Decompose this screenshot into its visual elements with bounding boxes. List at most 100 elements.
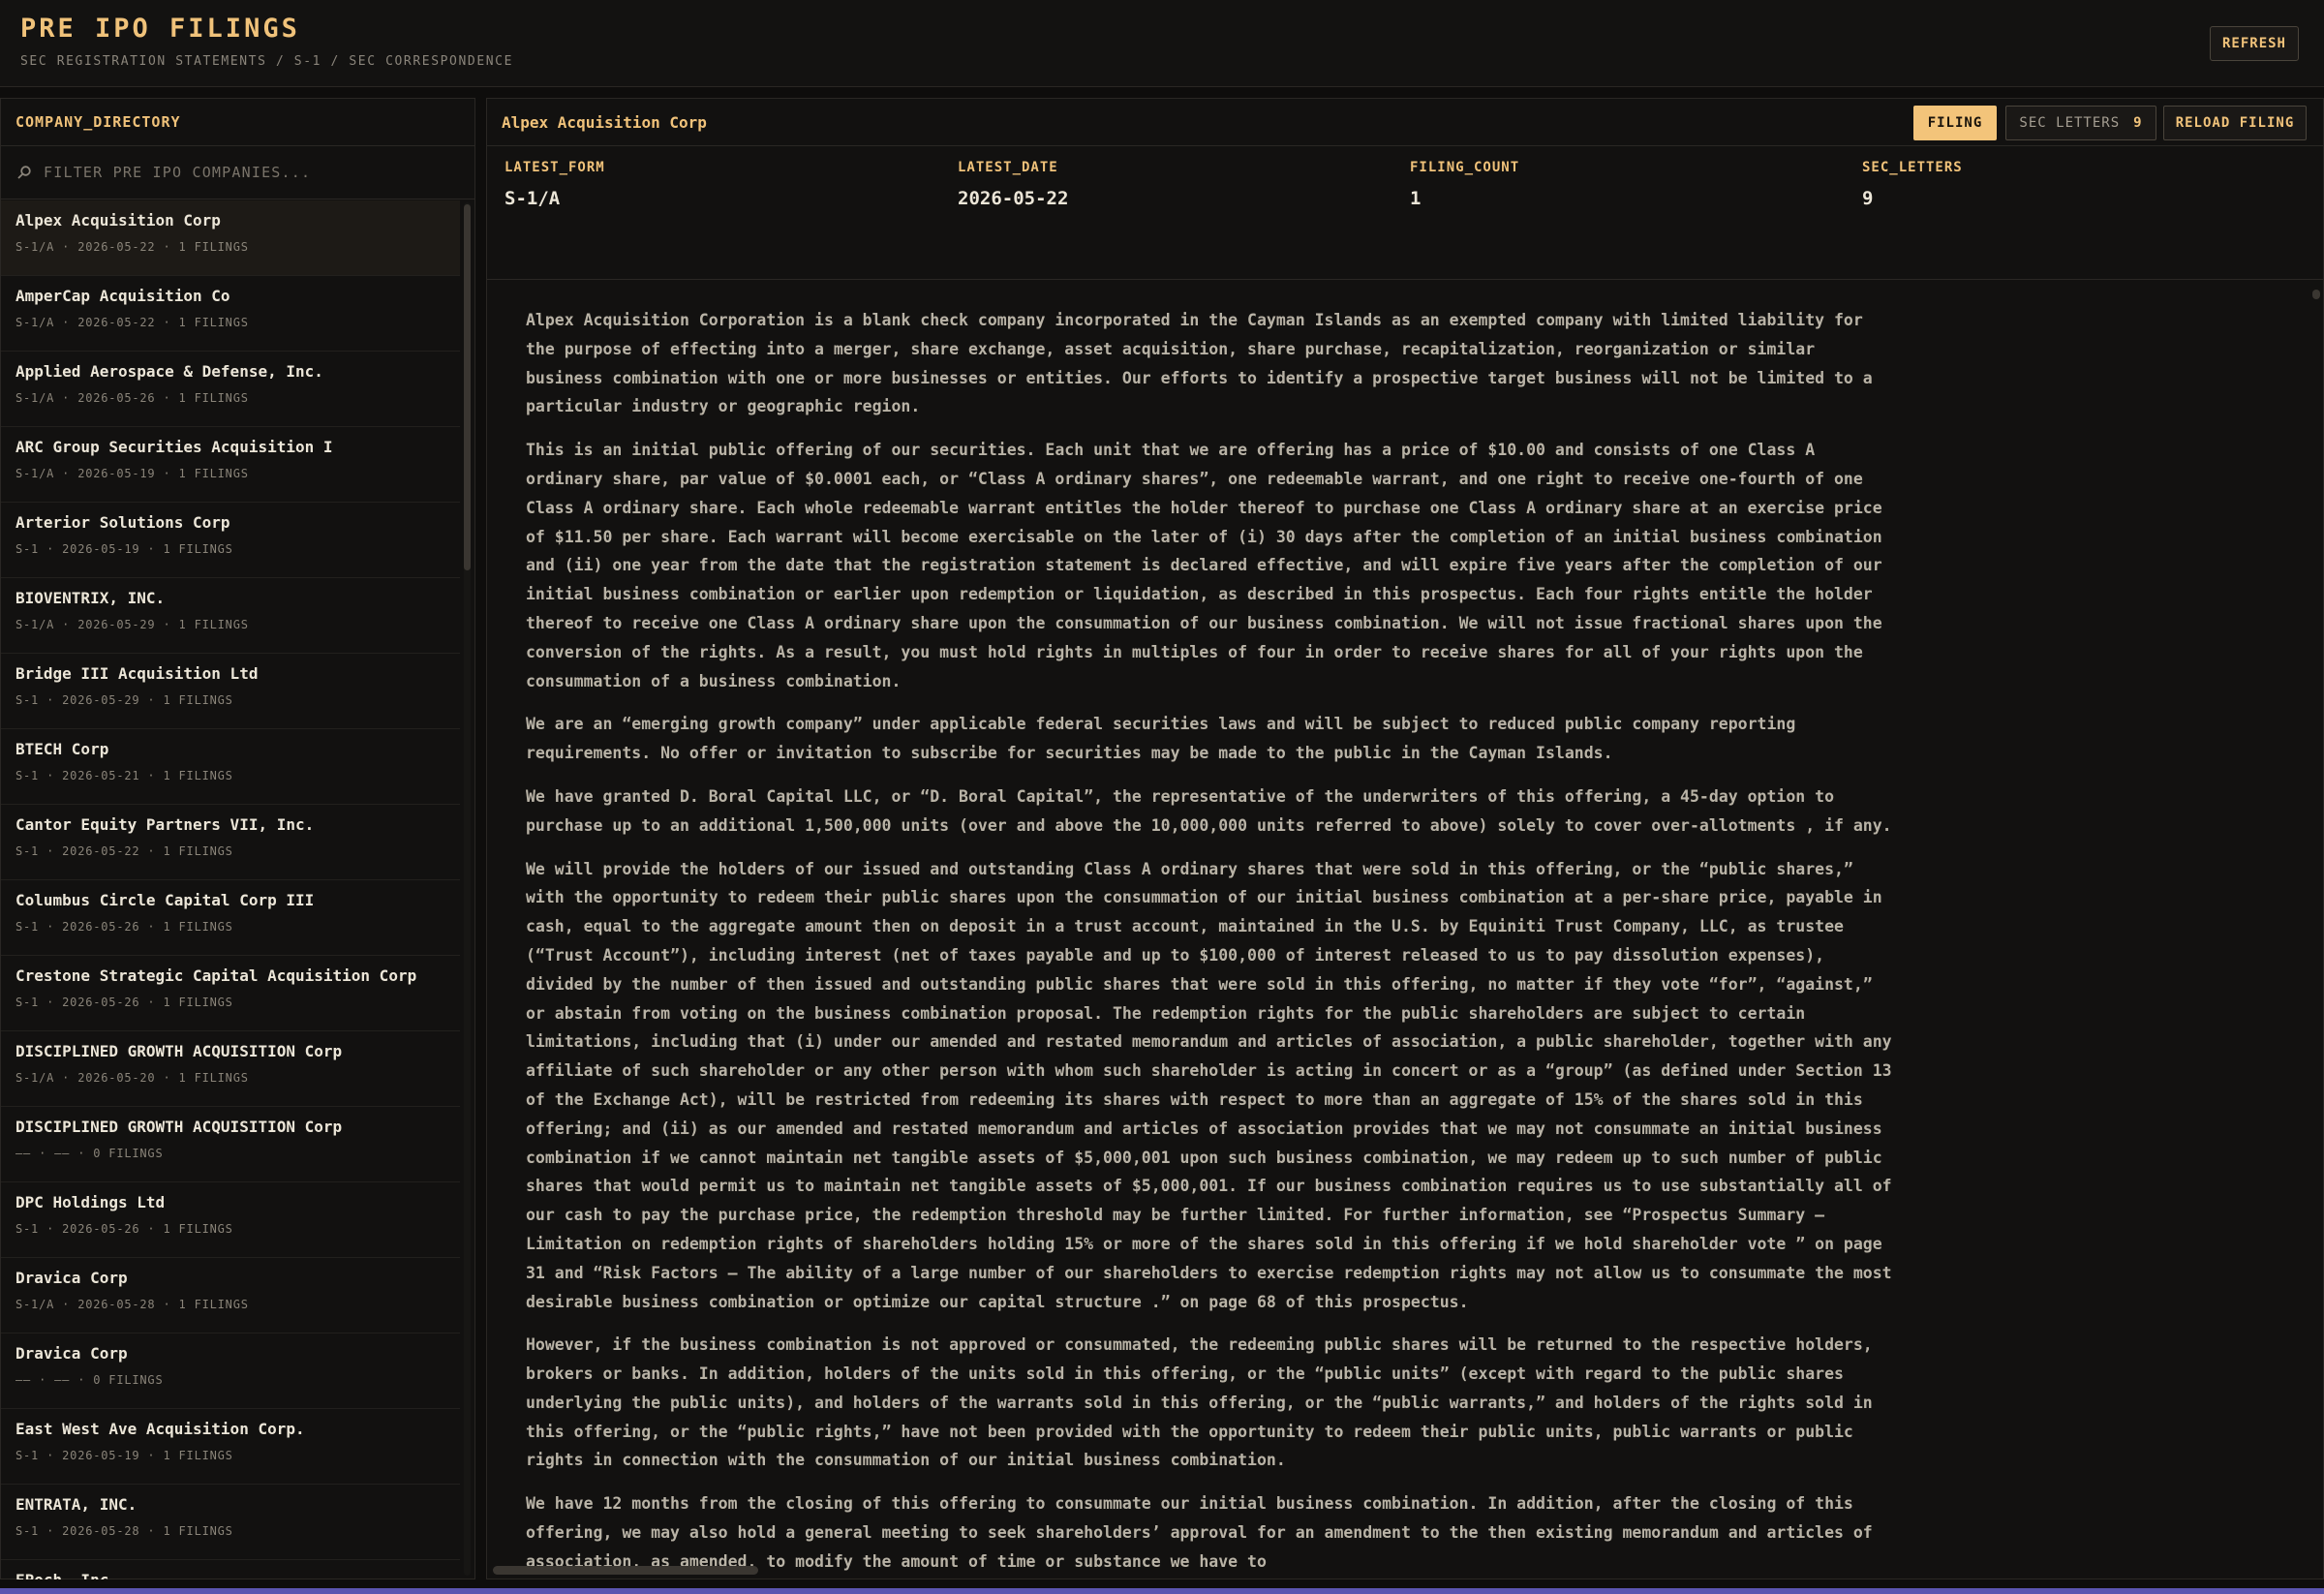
stat-label: LATEST_DATE xyxy=(958,160,1058,175)
company-name: DISCIPLINED GROWTH ACQUISITION Corp xyxy=(15,1118,343,1136)
company-meta: S-1/A · 2026-05-20 · 1 FILINGS xyxy=(15,1071,249,1085)
filing-panel: Alpex Acquisition Corp FILING SEC LETTER… xyxy=(486,98,2324,1579)
company-meta: S-1 · 2026-05-19 · 1 FILINGS xyxy=(15,1449,233,1462)
company-name: Bridge III Acquisition Ltd xyxy=(15,664,259,683)
company-meta: S-1/A · 2026-05-26 · 1 FILINGS xyxy=(15,391,249,405)
sidebar-scroll-thumb[interactable] xyxy=(464,204,471,570)
company-meta: S-1/A · 2026-05-22 · 1 FILINGS xyxy=(15,240,249,254)
company-list-item[interactable]: Cantor Equity Partners VII, Inc. S-1 · 2… xyxy=(1,805,460,880)
app-subtitle: SEC REGISTRATION STATEMENTS / S-1 / SEC … xyxy=(20,54,514,69)
company-name: BIOVENTRIX, INC. xyxy=(15,589,166,607)
stat-latest-date: LATEST_DATE 2026-05-22 xyxy=(958,160,1068,209)
company-name: DISCIPLINED GROWTH ACQUISITION Corp xyxy=(15,1042,343,1060)
filing-document: Alpex Acquisition Corporation is a blank… xyxy=(487,281,2308,1574)
company-name: Applied Aerospace & Defense, Inc. xyxy=(15,362,323,381)
sidebar-title: COMPANY_DIRECTORY xyxy=(1,99,474,146)
document-paragraph: We will provide the holders of our issue… xyxy=(526,859,1892,1311)
company-name: Dravica Corp xyxy=(15,1269,128,1287)
stat-value: S-1/A xyxy=(505,188,561,209)
selected-company-title: Alpex Acquisition Corp xyxy=(502,113,707,132)
company-name: DPC Holdings Ltd xyxy=(15,1193,166,1211)
company-name: Alpex Acquisition Corp xyxy=(15,211,221,230)
sec-letters-label: SEC LETTERS xyxy=(2019,115,2121,131)
filter-row xyxy=(1,146,474,199)
sec-letters-tab-button[interactable]: SEC LETTERS 9 xyxy=(2005,106,2156,140)
stat-value: 9 xyxy=(1862,188,1874,209)
company-list-item[interactable]: Crestone Strategic Capital Acquisition C… xyxy=(1,956,460,1031)
company-meta: S-1 · 2026-05-22 · 1 FILINGS xyxy=(15,844,233,858)
company-meta: S-1 · 2026-05-26 · 1 FILINGS xyxy=(15,996,233,1009)
document-paragraph: However, if the business combination is … xyxy=(526,1335,1873,1470)
company-meta: S-1/A · 2026-05-28 · 1 FILINGS xyxy=(15,1298,249,1311)
top-bar: PRE IPO FILINGS SEC REGISTRATION STATEME… xyxy=(0,0,2324,87)
company-list-item[interactable]: Columbus Circle Capital Corp III S-1 · 2… xyxy=(1,880,460,956)
company-filter-input[interactable] xyxy=(44,164,474,181)
reload-filing-button[interactable]: RELOAD FILING xyxy=(2163,106,2307,140)
company-name: EPoch, Inc. xyxy=(15,1571,460,1579)
company-name: Cantor Equity Partners VII, Inc. xyxy=(15,815,315,834)
company-list-item[interactable]: Arterior Solutions Corp S-1 · 2026-05-19… xyxy=(1,503,460,578)
sidebar-scrollbar[interactable] xyxy=(464,202,471,1576)
company-list-item[interactable]: ARC Group Securities Acquisition I S-1/A… xyxy=(1,427,460,503)
stat-latest-form: LATEST_FORM S-1/A xyxy=(505,160,605,209)
company-name: ENTRATA, INC. xyxy=(15,1495,138,1514)
company-meta: S-1/A · 2026-05-29 · 1 FILINGS xyxy=(15,618,249,631)
stat-value: 2026-05-22 xyxy=(958,188,1069,209)
company-list-item[interactable]: BTECH Corp S-1 · 2026-05-21 · 1 FILINGS xyxy=(1,729,460,805)
company-list-item[interactable]: DPC Holdings Ltd S-1 · 2026-05-26 · 1 FI… xyxy=(1,1182,460,1258)
company-list-item[interactable]: DISCIPLINED GROWTH ACQUISITION Corp S-1/… xyxy=(1,1031,460,1107)
document-paragraph: Alpex Acquisition Corporation is a blank… xyxy=(526,311,1873,416)
company-name: Dravica Corp xyxy=(15,1344,128,1363)
company-meta: S-1 · 2026-05-29 · 1 FILINGS xyxy=(15,693,233,707)
filing-stats: LATEST_FORM S-1/A LATEST_DATE 2026-05-22… xyxy=(487,146,2323,280)
company-list-item[interactable]: BIOVENTRIX, INC. S-1/A · 2026-05-29 · 1 … xyxy=(1,578,460,654)
company-name: East West Ave Acquisition Corp. xyxy=(15,1420,305,1438)
company-name: Columbus Circle Capital Corp III xyxy=(15,891,315,909)
document-paragraph: We have 12 months from the closing of th… xyxy=(526,1494,1873,1571)
company-meta: S-1 · 2026-05-28 · 1 FILINGS xyxy=(15,1524,233,1538)
document-paragraph: We are an “emerging growth company” unde… xyxy=(526,715,1796,763)
stat-label: LATEST_FORM xyxy=(505,160,605,175)
company-name: ARC Group Securities Acquisition I xyxy=(15,438,333,456)
company-meta: S-1 · 2026-05-26 · 1 FILINGS xyxy=(15,1222,233,1236)
company-list-item[interactable]: ENTRATA, INC. S-1 · 2026-05-28 · 1 FILIN… xyxy=(1,1485,460,1560)
search-icon xyxy=(16,165,32,180)
company-list-item[interactable]: Dravica Corp S-1/A · 2026-05-28 · 1 FILI… xyxy=(1,1258,460,1333)
company-list-item[interactable]: AmperCap Acquisition Co S-1/A · 2026-05-… xyxy=(1,276,460,352)
company-name: Arterior Solutions Corp xyxy=(15,513,230,532)
document-vertical-scrollbar[interactable] xyxy=(2309,281,2323,1574)
company-meta: —— · —— · 0 FILINGS xyxy=(15,1373,164,1387)
company-list-item[interactable]: Bridge III Acquisition Ltd S-1 · 2026-05… xyxy=(1,654,460,729)
company-directory-panel: COMPANY_DIRECTORY Alpex Acquisition Corp… xyxy=(0,98,475,1579)
company-meta: S-1 · 2026-05-19 · 1 FILINGS xyxy=(15,542,233,556)
company-meta: S-1 · 2026-05-21 · 1 FILINGS xyxy=(15,769,233,782)
app-title: PRE IPO FILINGS xyxy=(20,14,300,44)
company-name: AmperCap Acquisition Co xyxy=(15,287,230,305)
filing-panel-header: Alpex Acquisition Corp FILING SEC LETTER… xyxy=(487,99,2323,146)
document-vertical-scroll-thumb[interactable] xyxy=(2312,290,2320,299)
document-paragraph: We have granted D. Boral Capital LLC, or… xyxy=(526,786,1892,835)
company-meta: S-1/A · 2026-05-22 · 1 FILINGS xyxy=(15,316,249,329)
stat-value: 1 xyxy=(1410,188,1422,209)
app-window: PRE IPO FILINGS SEC REGISTRATION STATEME… xyxy=(0,0,2324,1594)
bottom-accent-bar xyxy=(0,1588,2324,1594)
company-list-item[interactable]: EPoch, Inc. xyxy=(1,1560,460,1579)
company-name: Crestone Strategic Capital Acquisition C… xyxy=(15,966,417,985)
company-name: BTECH Corp xyxy=(15,740,109,758)
sec-letters-count-badge: 9 xyxy=(2133,115,2143,131)
company-list-item[interactable]: Applied Aerospace & Defense, Inc. S-1/A … xyxy=(1,352,460,427)
stat-label: FILING_COUNT xyxy=(1410,160,1520,175)
filing-tab-button[interactable]: FILING xyxy=(1913,106,1997,140)
company-list-item[interactable]: DISCIPLINED GROWTH ACQUISITION Corp —— ·… xyxy=(1,1107,460,1182)
stat-label: SEC_LETTERS xyxy=(1862,160,1963,175)
company-list-item[interactable]: East West Ave Acquisition Corp. S-1 · 20… xyxy=(1,1409,460,1485)
company-list: Alpex Acquisition Corp S-1/A · 2026-05-2… xyxy=(1,200,460,1579)
refresh-button[interactable]: REFRESH xyxy=(2210,26,2299,61)
company-meta: S-1/A · 2026-05-19 · 1 FILINGS xyxy=(15,467,249,480)
company-meta: —— · —— · 0 FILINGS xyxy=(15,1147,164,1160)
document-horizontal-scroll-thumb[interactable] xyxy=(493,1566,758,1575)
company-list-item[interactable]: Alpex Acquisition Corp S-1/A · 2026-05-2… xyxy=(1,200,460,276)
document-paragraph: This is an initial public offering of ou… xyxy=(526,441,1882,690)
stat-filing-count: FILING_COUNT 1 xyxy=(1410,160,1519,209)
company-list-item[interactable]: Dravica Corp —— · —— · 0 FILINGS xyxy=(1,1333,460,1409)
